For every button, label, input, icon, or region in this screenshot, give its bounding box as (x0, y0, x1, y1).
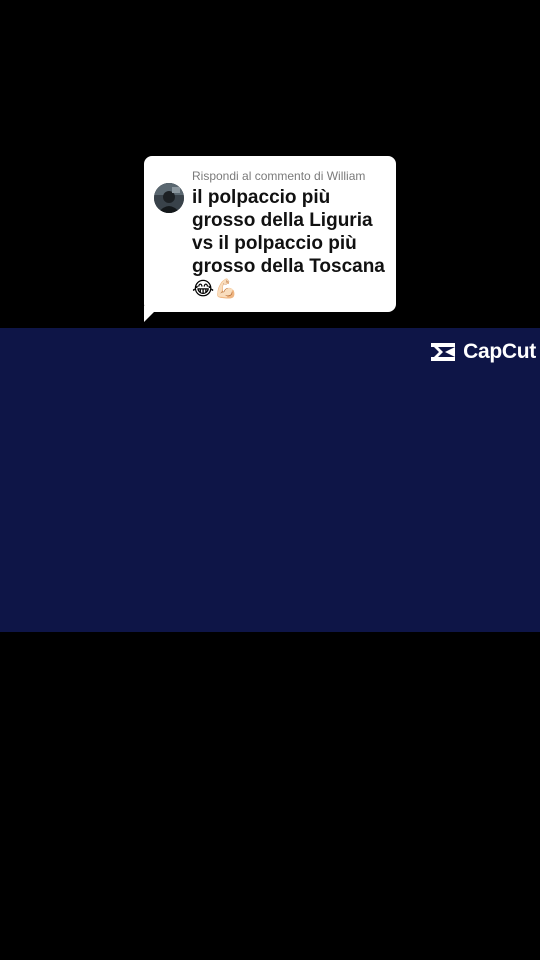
avatar (154, 183, 184, 213)
avatar-icon (154, 183, 184, 213)
video-frame[interactable]: CapCut (0, 328, 540, 632)
watermark-text: CapCut (463, 340, 536, 363)
reply-header: Rispondi al commento di William (192, 169, 366, 183)
capcut-logo-icon (431, 343, 456, 361)
reply-comment-sticker[interactable]: Rispondi al commento di William il polpa… (144, 156, 396, 322)
reply-comment-text: il polpaccio più grosso della Liguria vs… (192, 187, 385, 277)
capcut-watermark: CapCut (429, 340, 536, 364)
bubble-tail (144, 306, 160, 322)
comment-emojis: 😂💪🏻 (192, 278, 238, 300)
